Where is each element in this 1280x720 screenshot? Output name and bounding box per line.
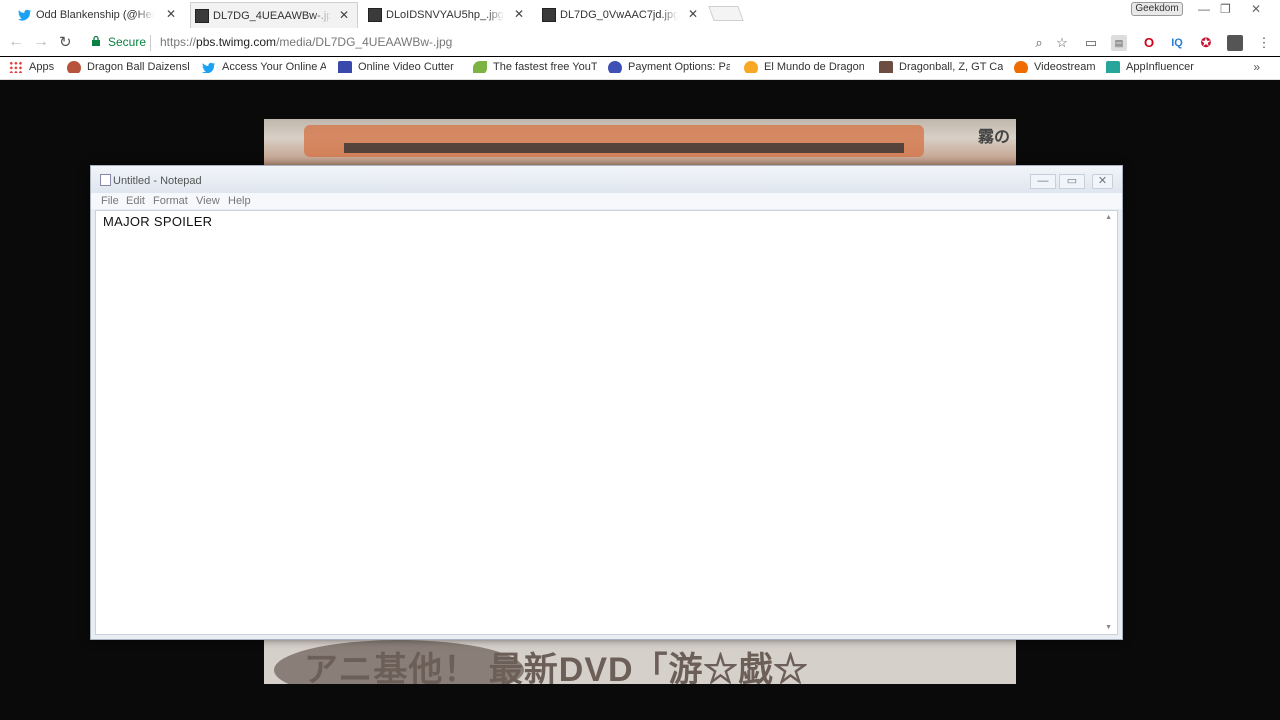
close-icon[interactable]: ✕ bbox=[514, 7, 524, 21]
close-icon[interactable]: ✕ bbox=[166, 7, 176, 21]
tab-twitter[interactable]: Odd Blankenship (@Herm ✕ bbox=[14, 2, 184, 28]
zoom-icon[interactable]: ⌕ bbox=[1031, 35, 1047, 51]
tab-label: DL7DG_0VwAAC7jd.jpg bbox=[560, 9, 678, 21]
tab-label: DL7DG_4UEAAWBw-.jpg bbox=[213, 9, 331, 22]
profile-badge[interactable]: Geekdom bbox=[1131, 2, 1183, 16]
notepad-titlebar[interactable]: Untitled - Notepad — ▭ ✕ bbox=[91, 166, 1122, 193]
text-editor[interactable]: MAJOR SPOILER ▲ ▼ bbox=[95, 210, 1118, 635]
url-input[interactable]: https://pbs.twimg.com/media/DL7DG_4UEAAW… bbox=[160, 35, 452, 49]
vertical-scrollbar[interactable]: ▲ ▼ bbox=[1100, 211, 1117, 634]
tab-image[interactable]: DLoIDSNVYAU5hp_.jpg ✕ bbox=[364, 2, 532, 28]
image-icon bbox=[368, 8, 382, 22]
bookmark-label: Videostream bbox=[1034, 61, 1096, 73]
notepad-window: Untitled - Notepad — ▭ ✕ File Edit Forma… bbox=[90, 165, 1123, 640]
bookmark-label: Payment Options: Pa bbox=[628, 61, 730, 73]
apps-grid-icon bbox=[9, 61, 23, 73]
menu-edit[interactable]: Edit bbox=[126, 195, 145, 207]
scroll-down-icon[interactable]: ▼ bbox=[1105, 624, 1112, 631]
image-icon bbox=[195, 9, 209, 23]
leaf-icon bbox=[473, 61, 487, 73]
tab-strip: Odd Blankenship (@Herm ✕ DL7DG_4UEAAWBw-… bbox=[0, 0, 1280, 30]
star-icon[interactable]: ☆ bbox=[1054, 35, 1070, 51]
bookmark-item[interactable]: The fastest free YouT bbox=[473, 61, 597, 73]
editor-content: MAJOR SPOILER bbox=[103, 214, 213, 229]
bookmark-label: El Mundo de Dragon bbox=[764, 61, 864, 73]
close-button[interactable]: ✕ bbox=[1092, 174, 1113, 189]
menu-file[interactable]: File bbox=[101, 195, 119, 207]
forward-button[interactable]: → bbox=[33, 33, 49, 51]
bookmark-item[interactable]: AppInfluencer bbox=[1106, 61, 1194, 73]
image-text: 霧の bbox=[977, 129, 1010, 146]
extension-icon[interactable]: ▤ bbox=[1111, 35, 1127, 51]
background-image-top: 霧の bbox=[264, 119, 1016, 165]
bookmarks-overflow-button[interactable]: » bbox=[1253, 60, 1260, 74]
menu-view[interactable]: View bbox=[196, 195, 220, 207]
dragon-ball-icon bbox=[744, 61, 758, 73]
iq-extension-icon[interactable]: IQ bbox=[1169, 35, 1185, 51]
bookmark-item[interactable]: Online Video Cutter bbox=[338, 61, 460, 73]
image-icon bbox=[542, 8, 556, 22]
url-host: pbs.twimg.com bbox=[196, 35, 277, 49]
menu-help[interactable]: Help bbox=[228, 195, 251, 207]
bookmark-item[interactable]: El Mundo de Dragon bbox=[744, 61, 864, 73]
menu-icon[interactable]: ⋮ bbox=[1256, 35, 1272, 51]
bookmark-item[interactable]: Payment Options: Pa bbox=[608, 61, 730, 73]
bookmark-label: Apps bbox=[29, 61, 55, 73]
image-caption: アニ基他！ 最新DVD「游☆戯☆ bbox=[304, 651, 809, 684]
background-image-bottom: アニ基他！ 最新DVD「游☆戯☆ bbox=[264, 640, 1016, 684]
url-scheme: https:// bbox=[160, 35, 197, 49]
avatar-icon bbox=[879, 61, 893, 73]
opera-icon[interactable]: O bbox=[1141, 35, 1157, 51]
bookmark-apps[interactable]: Apps bbox=[9, 61, 54, 73]
twitter-icon bbox=[18, 9, 31, 21]
cast-icon[interactable]: ▭ bbox=[1083, 35, 1099, 51]
menu-format[interactable]: Format bbox=[153, 195, 188, 207]
close-icon[interactable]: ✕ bbox=[1251, 2, 1261, 16]
bookmark-item[interactable]: Access Your Online A bbox=[202, 61, 326, 73]
bookmarks-bar: Apps Dragon Ball Daizensh Access Your On… bbox=[0, 57, 1280, 80]
extension-icon[interactable]: ✪ bbox=[1198, 35, 1214, 51]
secure-label: Secure bbox=[108, 35, 147, 49]
film-icon bbox=[338, 61, 352, 73]
close-icon[interactable]: ✕ bbox=[339, 8, 349, 22]
bookmark-label: The fastest free YouT bbox=[493, 61, 597, 73]
play-icon bbox=[1014, 61, 1028, 73]
bookmark-label: Dragon Ball Daizensh bbox=[87, 61, 189, 73]
bookmark-label: Dragonball, Z, GT Ca bbox=[899, 61, 1003, 73]
close-icon[interactable]: ✕ bbox=[688, 7, 698, 21]
extension-icon[interactable] bbox=[1227, 35, 1243, 51]
twitter-icon bbox=[202, 62, 215, 73]
dragon-ball-icon bbox=[67, 61, 81, 73]
scroll-up-icon[interactable]: ▲ bbox=[1105, 214, 1112, 221]
toolbar: ← → ↻ Secure https://pbs.twimg.com/media… bbox=[0, 30, 1280, 56]
reload-button[interactable]: ↻ bbox=[59, 33, 72, 51]
bookmark-label: Access Your Online A bbox=[222, 61, 326, 73]
lock-icon bbox=[92, 36, 100, 46]
minimize-icon[interactable]: — bbox=[1198, 2, 1210, 16]
notepad-icon bbox=[100, 174, 111, 186]
divider bbox=[150, 35, 151, 51]
bookmark-label: AppInfluencer bbox=[1126, 61, 1194, 73]
new-tab-button[interactable] bbox=[708, 6, 744, 21]
bookmark-item[interactable]: Dragonball, Z, GT Ca bbox=[879, 61, 1003, 73]
tab-label: Odd Blankenship (@Herm bbox=[36, 9, 154, 21]
minimize-button[interactable]: — bbox=[1030, 174, 1056, 189]
bookmark-item[interactable]: Videostream bbox=[1014, 61, 1096, 73]
puzzle-icon bbox=[1106, 61, 1120, 73]
maximize-button[interactable]: ▭ bbox=[1059, 174, 1085, 189]
image-region bbox=[344, 143, 904, 153]
bookmark-item[interactable]: Dragon Ball Daizensh bbox=[67, 61, 189, 73]
tab-image-active[interactable]: DL7DG_4UEAAWBw-.jpg ✕ bbox=[190, 2, 358, 28]
back-button[interactable]: ← bbox=[8, 33, 24, 51]
restore-icon[interactable]: ❐ bbox=[1220, 2, 1231, 16]
menu-bar: File Edit Format View Help bbox=[91, 193, 1122, 209]
bookmark-label: Online Video Cutter bbox=[358, 61, 454, 73]
globe-icon bbox=[608, 61, 622, 73]
url-path: /media/DL7DG_4UEAAWBw-.jpg bbox=[276, 35, 453, 49]
tab-image[interactable]: DL7DG_0VwAAC7jd.jpg ✕ bbox=[538, 2, 706, 28]
tab-label: DLoIDSNVYAU5hp_.jpg bbox=[386, 9, 504, 21]
window-title: Untitled - Notepad bbox=[113, 175, 202, 187]
